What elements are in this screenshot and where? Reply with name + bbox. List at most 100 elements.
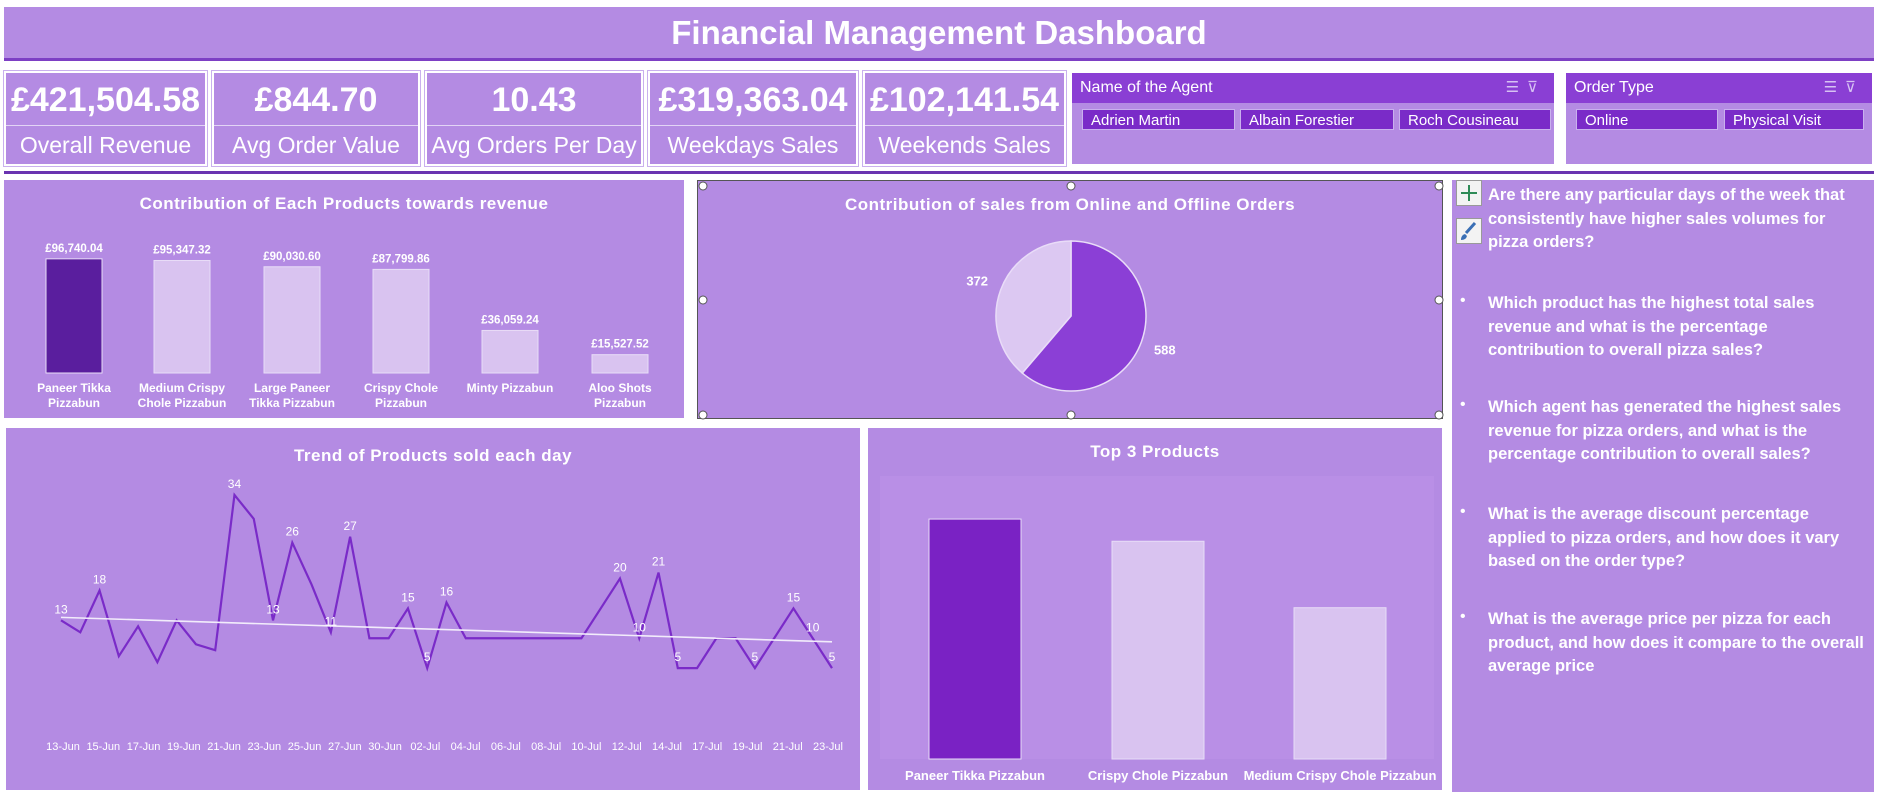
question-5: What is the average price per pizza for … — [1488, 610, 1864, 675]
kpi-label: Avg Orders Per Day — [427, 125, 641, 159]
slicer-title: Name of the Agent — [1080, 79, 1213, 96]
slicer-agent-header: Name of the Agent ☰⊽ — [1072, 73, 1554, 103]
point-label: 15 — [787, 590, 801, 604]
chart-styles-button[interactable] — [1456, 218, 1482, 244]
slicer-item-online[interactable]: Online — [1576, 109, 1718, 130]
slicer-item-adrien-martin[interactable]: Adrien Martin — [1082, 109, 1235, 130]
kpi-value: £844.70 — [254, 81, 378, 119]
category-label: Paneer Tikka Pizzabun — [905, 768, 1045, 783]
brush-icon — [1461, 221, 1477, 240]
chart-online-offline[interactable]: Contribution of sales from Online and Of… — [697, 180, 1444, 420]
resize-handle — [1066, 181, 1076, 191]
chart-top3[interactable]: Top 3 Products Paneer Tikka Pizzabun Cris… — [866, 426, 1444, 792]
bar — [1293, 607, 1387, 760]
x-tick-label: 21-Jun — [207, 741, 241, 753]
x-tick-label: 14-Jul — [652, 741, 682, 753]
x-tick-label: 13-Jun — [46, 741, 80, 753]
x-tick-label: 02-Jul — [410, 741, 440, 753]
x-tick-label: 27-Jun — [328, 741, 362, 753]
bullet: • — [1460, 503, 1466, 520]
bar — [45, 258, 103, 374]
kpi-weekdays-sales: £319,363.04 Weekdays Sales — [647, 70, 859, 167]
bullet: • — [1460, 292, 1466, 309]
kpi-value: £102,141.54 — [869, 81, 1060, 119]
category-label: Minty Pizzabun — [467, 381, 554, 395]
kpi-value: 10.43 — [491, 81, 577, 119]
category-label: Medium Crispy — [139, 381, 225, 395]
point-label: 15 — [401, 590, 415, 604]
point-label: 11 — [325, 614, 338, 628]
bullet: • — [1460, 396, 1466, 413]
data-label: £95,347.32 — [153, 244, 211, 256]
category-label: Large Paneer — [254, 381, 330, 395]
kpi-label: Overall Revenue — [6, 125, 205, 159]
x-tick-label: 12-Jul — [612, 741, 642, 753]
kpi-label: Weekdays Sales — [650, 125, 856, 159]
slicer-item-physical-visit[interactable]: Physical Visit — [1724, 109, 1864, 130]
point-label: 18 — [93, 573, 107, 587]
bar — [372, 268, 430, 374]
bullet: • — [1460, 608, 1466, 625]
point-label: 10 — [633, 620, 647, 634]
multi-select-icon[interactable]: ☰ — [1506, 79, 1527, 96]
x-tick-label: 08-Jul — [531, 741, 561, 753]
kpi-value: £319,363.04 — [658, 81, 848, 119]
slicer-agent: Name of the Agent ☰⊽ Adrien Martin Albai… — [1070, 71, 1556, 166]
data-label: £87,799.86 — [372, 253, 430, 265]
question-4: What is the average discount percentage … — [1488, 505, 1840, 570]
slicer-order-type: Order Type ☰⊽ Online Physical Visit — [1564, 71, 1874, 166]
series-line — [60, 492, 833, 672]
resize-handle — [698, 295, 708, 305]
divider — [4, 171, 1874, 174]
multi-select-icon[interactable]: ☰ — [1824, 79, 1845, 96]
point-label: 16 — [440, 584, 454, 598]
x-tick-label: 10-Jul — [571, 741, 601, 753]
x-tick-label: 19-Jun — [167, 741, 201, 753]
data-label: £90,030.60 — [263, 251, 321, 263]
bar — [481, 329, 539, 374]
x-tick-label: 25-Jun — [288, 741, 322, 753]
question-1: Are there any particular days of the wee… — [1488, 186, 1845, 251]
kpi-label: Avg Order Value — [214, 125, 418, 159]
chart-daily-trend[interactable]: Trend of Products sold each day 13 18 34 13… — [4, 426, 862, 792]
x-tick-label: 19-Jul — [732, 741, 762, 753]
x-tick-label: 04-Jul — [451, 741, 481, 753]
clear-filter-icon[interactable]: ⊽ — [1845, 79, 1864, 96]
data-label: £36,059.24 — [481, 314, 539, 326]
slicer-item-roch-cousineau[interactable]: Roch Cousineau — [1399, 109, 1551, 130]
trendline — [60, 616, 833, 643]
bar — [1111, 540, 1205, 760]
point-label: 5 — [674, 650, 681, 664]
plus-icon — [1461, 185, 1477, 201]
slicer-item-albain-forestier[interactable]: Albain Forestier — [1240, 109, 1394, 130]
chart-product-revenue[interactable]: Contribution of Each Products towards re… — [2, 178, 686, 420]
category-label: Pizzabun — [48, 396, 100, 410]
resize-handle — [1434, 295, 1444, 305]
kpi-value: £421,504.58 — [10, 81, 201, 119]
clear-filter-icon[interactable]: ⊽ — [1527, 79, 1546, 96]
category-label: Medium Crispy Chole Pizzabun — [1244, 768, 1437, 783]
x-tick-label: 17-Jun — [127, 741, 161, 753]
resize-handle — [1434, 410, 1444, 420]
question-2: Which product has the highest total sale… — [1488, 294, 1815, 359]
kpi-avg-order-value: £844.70 Avg Order Value — [211, 70, 421, 167]
point-label: 5 — [829, 650, 836, 664]
resize-handle — [1066, 410, 1076, 420]
x-tick-label: 23-Jun — [247, 741, 281, 753]
slicer-order-type-header: Order Type ☰⊽ — [1566, 73, 1872, 103]
point-label: 21 — [652, 555, 666, 569]
point-label: 13 — [54, 602, 68, 616]
kpi-avg-orders-per-day: 10.43 Avg Orders Per Day — [424, 70, 644, 167]
x-tick-label: 17-Jul — [692, 741, 722, 753]
point-label: 5 — [424, 650, 431, 664]
pie-label: 588 — [1154, 343, 1176, 358]
bar — [263, 266, 321, 374]
x-tick-label: 21-Jul — [773, 741, 803, 753]
question-3: Which agent has generated the highest sa… — [1488, 398, 1842, 463]
x-tick-label: 06-Jul — [491, 741, 521, 753]
category-label: Pizzabun — [594, 396, 646, 410]
point-label: 10 — [806, 620, 820, 634]
chart-product-revenue-svg: £96,740.04Paneer TikkaPizzabun£95,347.32… — [37, 243, 652, 410]
kpi-overall-revenue: £421,504.58 Overall Revenue — [3, 70, 208, 167]
chart-elements-button[interactable] — [1456, 180, 1482, 206]
